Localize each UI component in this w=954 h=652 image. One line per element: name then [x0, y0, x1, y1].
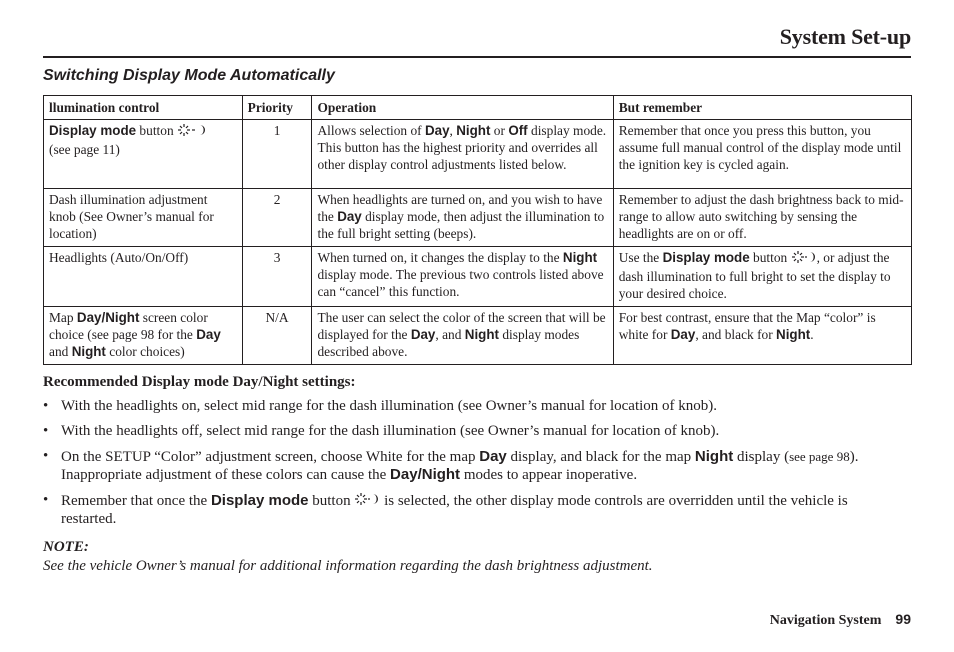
- control-page-ref: (see page 11): [49, 141, 120, 157]
- cell-control: Map Day/Night screen color choice (see p…: [43, 305, 243, 365]
- table-row: Display mode button (see page 11) 1 Allo…: [43, 119, 913, 189]
- bullet-icon: •: [43, 448, 49, 464]
- cell-priority: 2: [241, 188, 313, 247]
- cell-remember: Remember to adjust the dash brightness b…: [612, 188, 913, 247]
- bullet-icon: •: [43, 423, 49, 439]
- cell-operation: Allows selection of Day, Night or Off di…: [311, 119, 614, 189]
- cell-control: Headlights (Auto/On/Off): [43, 246, 243, 307]
- list-item: • With the headlights on, select mid rang…: [43, 398, 718, 414]
- table-row: Dash illumination adjustment knob (See O…: [43, 188, 913, 247]
- note-label: NOTE:: [43, 539, 89, 555]
- table-row: Map Day/Night screen color choice (see p…: [43, 305, 913, 365]
- cell-remember: Remember that once you press this button…: [612, 119, 913, 189]
- header-operation: Operation: [311, 95, 614, 120]
- header-but-remember: But remember: [612, 95, 913, 120]
- table-header-row: llumination control Priority Operation B…: [43, 95, 913, 120]
- bullet-icon: •: [43, 492, 49, 508]
- cell-priority: 1: [241, 119, 313, 189]
- recommended-heading: Recommended Display mode Day/Night setti…: [43, 374, 356, 390]
- cell-remember: For best contrast, ensure that the Map “…: [612, 305, 913, 365]
- sun-moon-icon: [177, 123, 209, 141]
- header-priority: Priority: [241, 95, 313, 120]
- list-item: • On the SETUP “Color” adjustment screen,…: [43, 448, 859, 483]
- table-row: Headlights (Auto/On/Off) 3 When turned o…: [43, 246, 913, 307]
- section-heading: Switching Display Mode Automatically: [43, 67, 335, 84]
- cell-remember: Use the Display mode button , or adjust …: [612, 246, 913, 307]
- footer-label: Navigation System: [769, 613, 882, 628]
- page-title: System Set-up: [779, 24, 911, 49]
- control-bold: Display mode: [49, 123, 137, 138]
- illumination-table: llumination control Priority Operation B…: [43, 95, 913, 365]
- cell-operation: When turned on, it changes the display t…: [311, 246, 614, 307]
- page-footer: Navigation System 99: [770, 611, 911, 629]
- bullet-icon: •: [43, 398, 49, 414]
- cell-control: Display mode button (see page 11): [43, 119, 243, 189]
- cell-priority: 3: [241, 246, 313, 307]
- cell-priority: N/A: [241, 305, 313, 365]
- recommended-list: • With the headlights on, select mid rang…: [43, 398, 903, 536]
- list-item: • With the headlights off, select mid ran…: [43, 423, 720, 439]
- sun-moon-icon: [791, 250, 817, 268]
- title-divider: [43, 56, 911, 58]
- note-text: See the vehicle Owner’s manual for addit…: [43, 558, 653, 574]
- list-item: • Remember that once the Display mode but…: [43, 492, 848, 528]
- header-illumination-control: llumination control: [43, 95, 243, 120]
- sun-moon-icon: [354, 492, 380, 511]
- cell-operation: The user can select the color of the scr…: [311, 305, 614, 365]
- cell-control: Dash illumination adjustment knob (See O…: [43, 188, 243, 247]
- page-number: 99: [895, 611, 911, 627]
- cell-operation: When headlights are turned on, and you w…: [311, 188, 614, 247]
